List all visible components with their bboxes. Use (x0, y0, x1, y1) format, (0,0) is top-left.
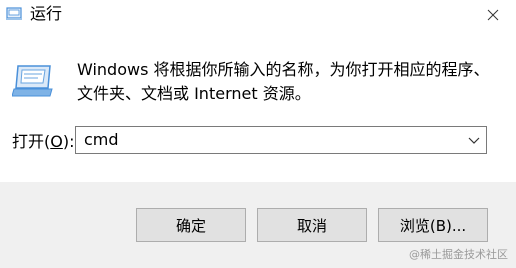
cancel-button[interactable]: 取消 (257, 208, 367, 242)
close-button[interactable] (470, 0, 516, 30)
browse-button[interactable]: 浏览(B)... (378, 208, 488, 242)
watermark: @稀土掘金技术社区 (409, 248, 508, 261)
run-program-icon (12, 65, 53, 97)
window-title: 运行 (30, 4, 63, 23)
open-label-prefix: 打开( (12, 132, 51, 151)
dialog-content: Windows 将根据你所输入的名称，为你打开相应的程序、文件夹、文档或 Int… (0, 30, 516, 182)
title-bar[interactable]: 运行 (0, 0, 516, 30)
open-input[interactable]: cmd (84, 130, 119, 150)
open-label-accesskey: O (50, 132, 63, 151)
run-icon (6, 7, 22, 20)
open-label-suffix: ): (62, 132, 75, 151)
close-icon (487, 9, 499, 21)
run-dialog: 运行 Windows 将根据你所输入的名称，为你打开相应的程序、文件夹、文档或 … (0, 0, 516, 268)
open-label: 打开(O): (12, 131, 74, 153)
chevron-down-icon[interactable] (468, 135, 480, 145)
dialog-footer: 确定 取消 浏览(B)... @稀土掘金技术社区 (0, 182, 516, 268)
ok-button[interactable]: 确定 (136, 208, 246, 242)
open-combobox[interactable]: cmd (75, 126, 487, 154)
dialog-description: Windows 将根据你所输入的名称，为你打开相应的程序、文件夹、文档或 Int… (77, 60, 490, 103)
